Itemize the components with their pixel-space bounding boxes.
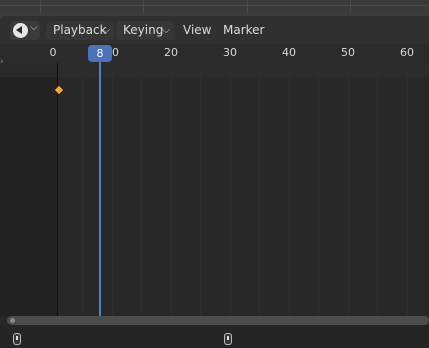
keying-menu-label: Keying bbox=[123, 23, 164, 37]
grid-line bbox=[200, 63, 201, 317]
keying-menu[interactable]: Keying ⌵ bbox=[116, 21, 174, 40]
frame-ruler[interactable]: › 0 10 20 30 40 50 60 bbox=[0, 45, 429, 67]
timeline-editor: ⌵ Playback ⌵ Keying ⌵ View Marker › 0 10… bbox=[0, 16, 429, 348]
grid-line bbox=[377, 63, 378, 317]
view-menu-label: View bbox=[183, 23, 212, 37]
chevron-down-icon: ⌵ bbox=[162, 25, 170, 36]
ruler-tick-label: 20 bbox=[164, 46, 178, 59]
scroll-handle-middle[interactable] bbox=[224, 333, 232, 345]
current-frame-indicator[interactable]: 8 bbox=[88, 45, 112, 62]
playback-menu-label: Playback bbox=[53, 23, 107, 37]
ruler-tick-label: 40 bbox=[282, 46, 296, 59]
clock-icon bbox=[13, 23, 28, 38]
ruler-tick-label: 50 bbox=[341, 46, 355, 59]
editor-type-dropdown[interactable]: ⌵ bbox=[10, 21, 40, 40]
grid-line bbox=[289, 63, 290, 317]
summary-channel-row[interactable] bbox=[0, 63, 429, 77]
playhead-line[interactable] bbox=[99, 62, 101, 332]
grid-line bbox=[112, 63, 113, 317]
timeline-header: ⌵ Playback ⌵ Keying ⌵ View Marker bbox=[0, 16, 429, 44]
grid-line bbox=[141, 63, 142, 317]
marker-menu-label: Marker bbox=[223, 23, 265, 37]
playback-menu[interactable]: Playback ⌵ bbox=[46, 21, 114, 40]
grid-line bbox=[230, 63, 231, 317]
workspace-background bbox=[0, 0, 429, 12]
ruler-tick-label: 60 bbox=[400, 46, 414, 59]
grid-line bbox=[259, 63, 260, 317]
horizontal-scrollbar[interactable] bbox=[7, 316, 429, 325]
grid-line bbox=[82, 63, 83, 317]
frame-range-start-line bbox=[57, 63, 58, 325]
grid-line bbox=[348, 63, 349, 317]
grid-line bbox=[407, 63, 408, 317]
chevron-down-icon: ⌵ bbox=[102, 25, 110, 36]
timeline-footer bbox=[0, 325, 429, 348]
pre-range-area bbox=[0, 63, 58, 317]
ruler-tick-label: 0 bbox=[49, 46, 57, 59]
view-menu[interactable]: View bbox=[183, 21, 211, 40]
grid-line bbox=[171, 63, 172, 317]
scrollbar-handle-dot[interactable] bbox=[10, 318, 15, 323]
ruler-tick-label: 30 bbox=[223, 46, 237, 59]
scroll-handle-left[interactable] bbox=[13, 333, 21, 345]
marker-menu[interactable]: Marker bbox=[223, 21, 264, 40]
chevron-down-icon: ⌵ bbox=[30, 22, 38, 33]
grid-line bbox=[318, 63, 319, 317]
